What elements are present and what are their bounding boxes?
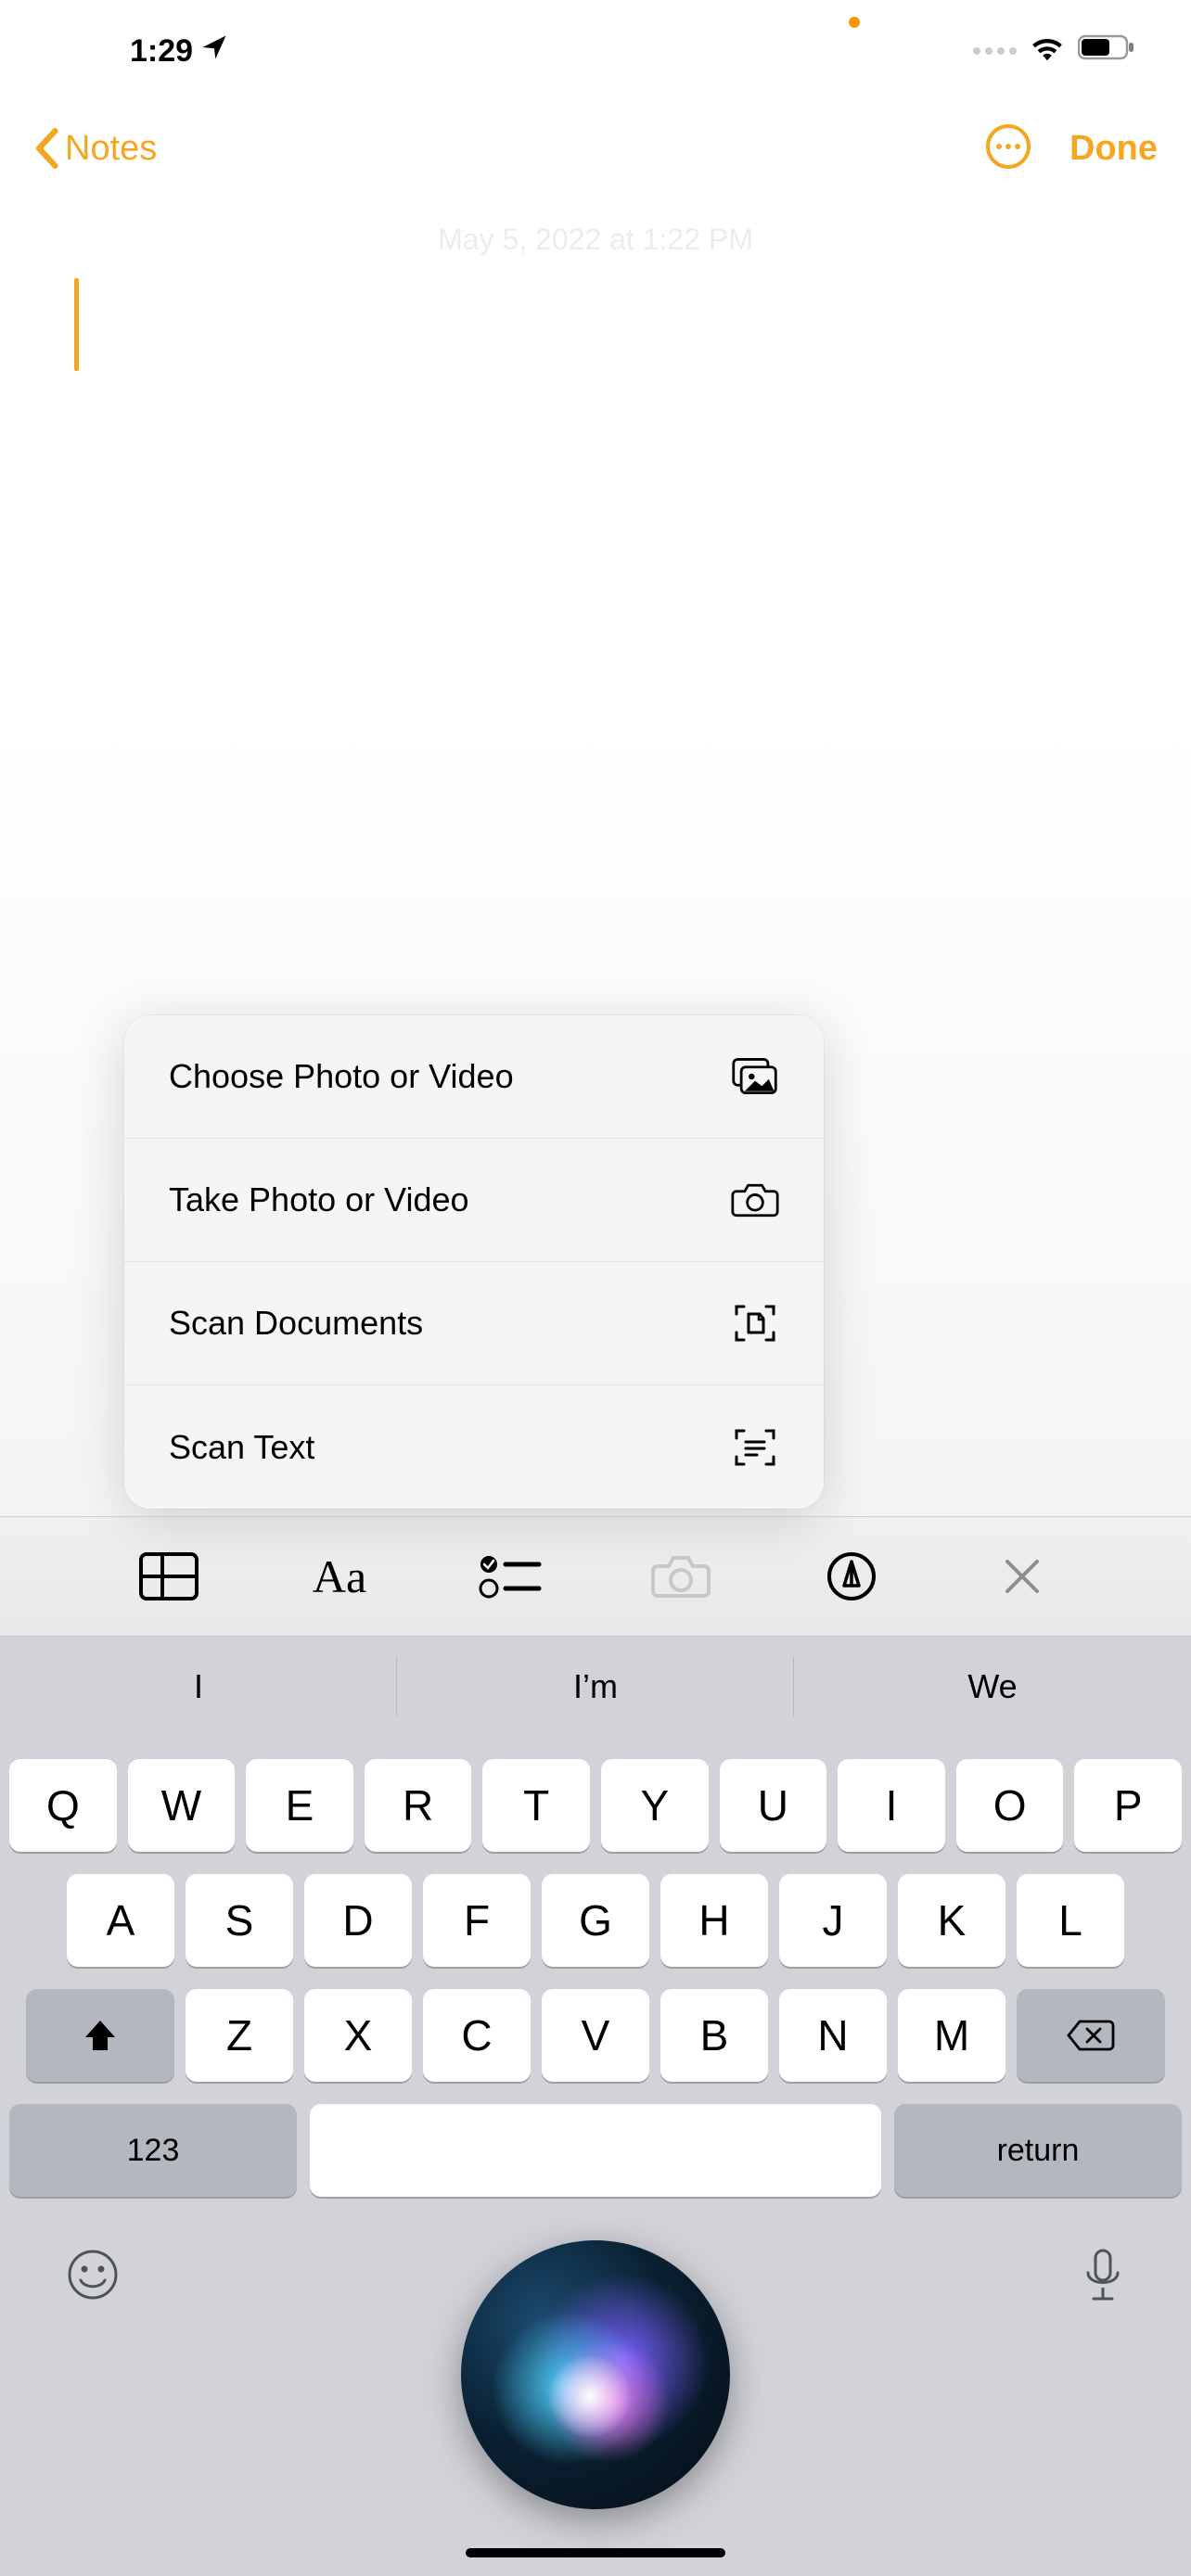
text-cursor	[74, 278, 79, 371]
dictation-key[interactable]	[1080, 2247, 1126, 2315]
key-d[interactable]: D	[304, 1874, 412, 1967]
suggestion-2[interactable]: I’m	[397, 1637, 794, 1737]
back-label: Notes	[65, 129, 157, 169]
key-p[interactable]: P	[1074, 1759, 1182, 1852]
suggestion-1[interactable]: I	[0, 1637, 397, 1737]
key-c[interactable]: C	[423, 1989, 531, 2082]
key-b[interactable]: B	[660, 1989, 768, 2082]
key-u[interactable]: U	[720, 1759, 827, 1852]
suggestion-3[interactable]: We	[794, 1637, 1191, 1737]
menu-item-label: Scan Documents	[169, 1304, 423, 1343]
status-bar: 1:29	[0, 0, 1191, 102]
key-w[interactable]: W	[128, 1759, 236, 1852]
key-j[interactable]: J	[779, 1874, 887, 1967]
predictive-bar: I I’m We	[0, 1637, 1191, 1737]
key-e[interactable]: E	[246, 1759, 353, 1852]
scan-text-icon	[731, 1423, 779, 1472]
done-button[interactable]: Done	[1069, 129, 1158, 169]
menu-item-label: Take Photo or Video	[169, 1180, 469, 1219]
battery-icon	[1078, 33, 1135, 70]
key-a[interactable]: A	[67, 1874, 174, 1967]
key-g[interactable]: G	[542, 1874, 649, 1967]
key-f[interactable]: F	[423, 1874, 531, 1967]
key-y[interactable]: Y	[601, 1759, 709, 1852]
status-time: 1:29	[130, 33, 193, 70]
menu-scan-documents[interactable]: Scan Documents	[124, 1262, 824, 1385]
key-n[interactable]: N	[779, 1989, 887, 2082]
key-l[interactable]: L	[1017, 1874, 1124, 1967]
key-v[interactable]: V	[542, 1989, 649, 2082]
camera-icon	[731, 1176, 779, 1224]
key-t[interactable]: T	[482, 1759, 590, 1852]
menu-item-label: Choose Photo or Video	[169, 1057, 514, 1096]
cellular-dots-icon	[973, 47, 1017, 55]
photos-icon	[731, 1052, 779, 1101]
key-x[interactable]: X	[304, 1989, 412, 2082]
numbers-key[interactable]: 123	[9, 2104, 297, 2197]
text-format-button[interactable]: Aa	[302, 1539, 377, 1613]
note-timestamp: May 5, 2022 at 1:22 PM	[0, 223, 1191, 257]
key-i[interactable]: I	[838, 1759, 945, 1852]
attachment-menu: Choose Photo or Video Take Photo or Vide…	[124, 1015, 824, 1509]
key-o[interactable]: O	[956, 1759, 1064, 1852]
key-k[interactable]: K	[898, 1874, 1005, 1967]
back-button[interactable]: Notes	[33, 128, 157, 169]
menu-scan-text[interactable]: Scan Text	[124, 1385, 824, 1509]
wifi-icon	[1030, 33, 1065, 70]
home-indicator[interactable]	[466, 2548, 725, 2557]
menu-item-label: Scan Text	[169, 1428, 314, 1467]
key-s[interactable]: S	[186, 1874, 293, 1967]
key-r[interactable]: R	[365, 1759, 472, 1852]
key-h[interactable]: H	[660, 1874, 768, 1967]
markup-button[interactable]	[814, 1539, 889, 1613]
close-toolbar-button[interactable]	[985, 1539, 1059, 1613]
space-key[interactable]	[310, 2104, 881, 2197]
checklist-button[interactable]	[473, 1539, 547, 1613]
emoji-key[interactable]	[65, 2247, 121, 2315]
location-icon	[200, 33, 228, 70]
menu-choose-photo[interactable]: Choose Photo or Video	[124, 1015, 824, 1139]
more-button[interactable]	[984, 122, 1032, 175]
delete-key[interactable]	[1017, 1989, 1165, 2082]
key-z[interactable]: Z	[186, 1989, 293, 2082]
nav-bar: Notes Done	[0, 102, 1191, 195]
shift-key[interactable]	[26, 1989, 174, 2082]
return-key[interactable]: return	[894, 2104, 1182, 2197]
format-toolbar: Aa	[0, 1516, 1191, 1637]
camera-attach-button[interactable]	[644, 1539, 718, 1613]
siri-orb[interactable]	[461, 2240, 730, 2509]
key-m[interactable]: M	[898, 1989, 1005, 2082]
key-q[interactable]: Q	[9, 1759, 117, 1852]
menu-take-photo[interactable]: Take Photo or Video	[124, 1139, 824, 1262]
scan-document-icon	[731, 1299, 779, 1347]
table-button[interactable]	[132, 1539, 206, 1613]
privacy-indicator-dot	[849, 17, 860, 28]
